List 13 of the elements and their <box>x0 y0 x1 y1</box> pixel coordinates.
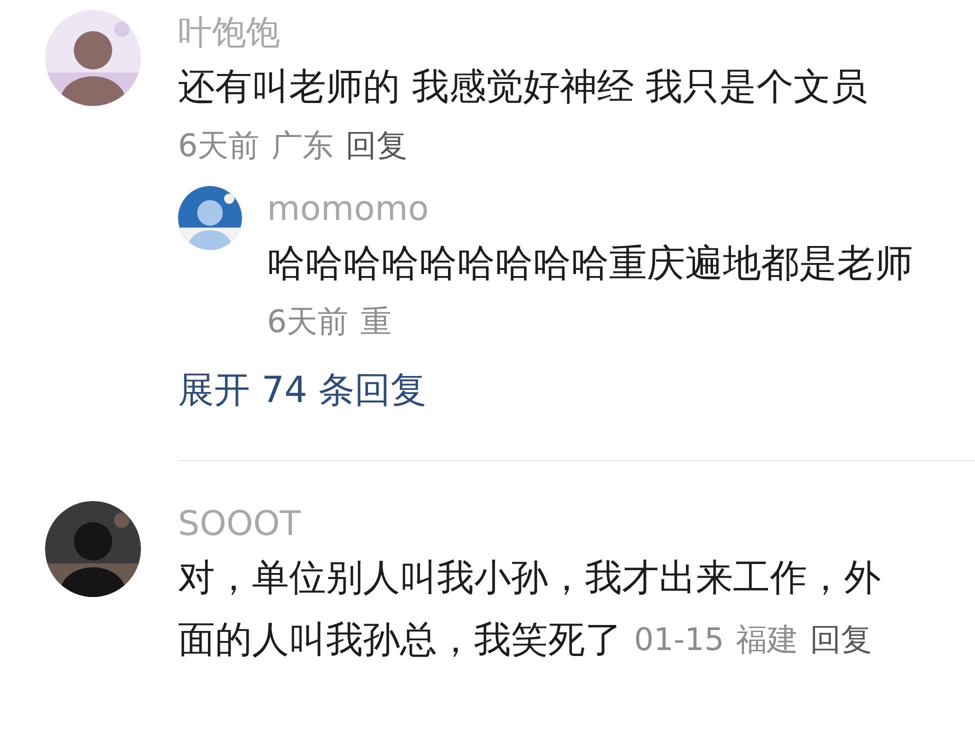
reply-link[interactable]: 回复 <box>346 122 408 170</box>
comment-time: 6天前 <box>178 127 260 166</box>
comment-location: 重 <box>360 303 392 342</box>
comment-text: 哈哈哈哈哈哈哈哈哈重庆遍地都是老师 <box>267 240 913 287</box>
comment-text: 面的人叫我孙总，我笑死了 <box>178 617 622 663</box>
comment-time: 01-15 <box>634 621 724 660</box>
expand-replies-link[interactable]: 展开 74 条回复 <box>178 366 427 416</box>
comment-location: 福建 <box>736 621 798 660</box>
comment-time: 6天前 <box>267 303 349 342</box>
reply-link[interactable]: 回复 <box>810 616 872 664</box>
comment-text: 对，单位别人叫我小孙，我才出来工作，外 <box>178 555 881 601</box>
comment-text: 还有叫老师的 我感觉好神经 我只是个文员 <box>178 64 868 110</box>
comment-location: 广东 <box>272 127 334 166</box>
